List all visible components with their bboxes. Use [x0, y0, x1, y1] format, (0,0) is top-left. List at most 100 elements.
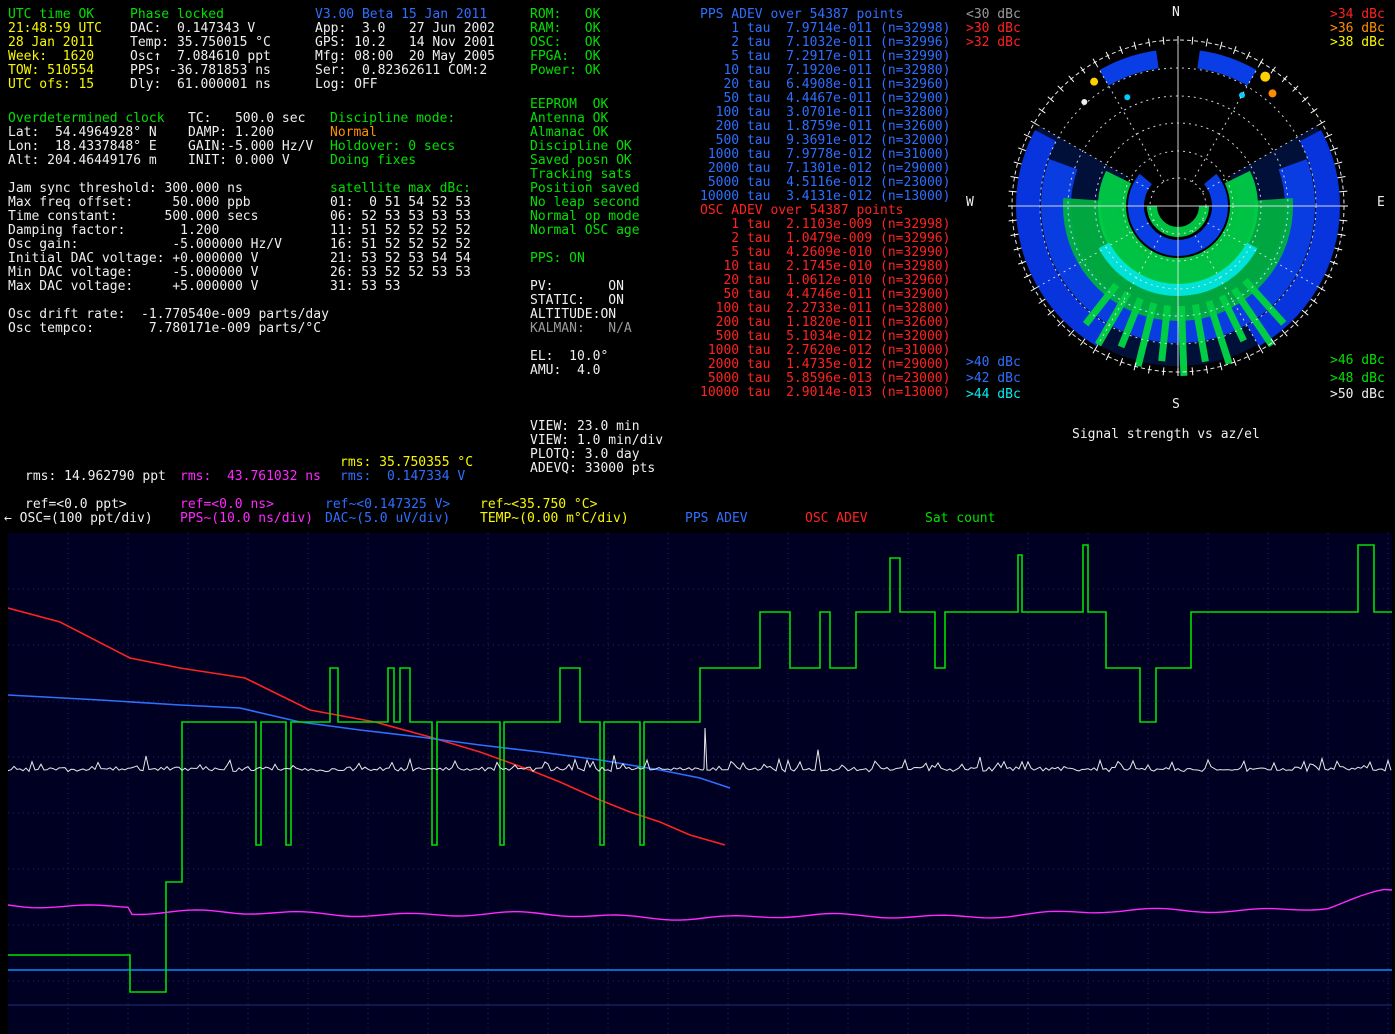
sat-dbc-table: 01: 0 51 54 52 5306: 52 53 53 53 5311: 5…	[330, 196, 471, 294]
line: FPGA: OK	[530, 50, 600, 64]
adev-row: 1000 tau 7.9778e-012 (n=31000)	[700, 148, 950, 162]
dbc-gt34: >34 dBc	[1330, 8, 1385, 22]
adev-row: 5 tau 4.2609e-010 (n=32990)	[700, 246, 950, 260]
line: Mfg: 08:00 20 May 2005	[315, 50, 495, 64]
flag-line: ALTITUDE:ON	[530, 308, 624, 322]
discipline-mode: Normal	[330, 126, 377, 140]
status-line: Position saved	[530, 182, 640, 196]
sat-row: 26: 53 52 52 53 53	[330, 266, 471, 280]
holdover-status: Holdover: 0 secs	[330, 140, 455, 154]
scale-temp: TEMP~(0.00 m°C/div)	[480, 512, 629, 526]
line: Min DAC voltage: -5.000000 V	[8, 266, 282, 280]
status-line: Tracking sats	[530, 168, 640, 182]
line: ADEVQ: 33000 pts	[530, 462, 663, 476]
status-line: Normal OSC age	[530, 224, 640, 238]
line: Jam sync threshold: 300.000 ns	[8, 182, 282, 196]
ref-osc: ref=<0.0 ppt>	[25, 498, 127, 512]
line: Week: 1620	[8, 50, 102, 64]
adev-row: 10000 tau 2.9014e-013 (n=13000)	[700, 386, 950, 400]
flag-line: STATIC: ON	[530, 294, 624, 308]
line: Max freq offset: 50.000 ppb	[8, 196, 282, 210]
adev-row: 10 tau 7.1920e-011 (n=32980)	[700, 64, 950, 78]
status-line: Normal op mode	[530, 210, 640, 224]
line: Max DAC voltage: +5.000000 V	[8, 280, 282, 294]
adev-row: 500 tau 5.1034e-012 (n=32000)	[700, 330, 950, 344]
pps-status: PPS: ON	[530, 252, 585, 266]
rms-pps: rms: 43.761032 ns	[180, 470, 321, 484]
flag-line: PV: ON	[530, 280, 624, 294]
line: Lat: 54.4964928° N	[8, 126, 157, 140]
legend-osc-adev: OSC ADEV	[805, 512, 868, 526]
dbc-gt38: >38 dBc	[1330, 36, 1385, 50]
line: Alt: 204.46449176 m	[8, 154, 157, 168]
status-line: Saved posn OK	[530, 154, 640, 168]
sat-row: 06: 52 53 53 53 53	[330, 210, 471, 224]
adev-row: 100 tau 2.2733e-011 (n=32800)	[700, 302, 950, 316]
adev-row: 10 tau 2.1745e-010 (n=32980)	[700, 260, 950, 274]
adev-row: 2 tau 7.1032e-011 (n=32996)	[700, 36, 950, 50]
line: 28 Jan 2011	[8, 36, 102, 50]
adev-row: 1 tau 7.9714e-011 (n=32998)	[700, 22, 950, 36]
dbc-gt46: >46 dBc	[1330, 354, 1385, 368]
legend-sat-count: Sat count	[925, 512, 995, 526]
clock-header: Overdetermined clock	[8, 112, 165, 126]
line: VIEW: 23.0 min	[530, 420, 663, 434]
compass-s: S	[1172, 398, 1180, 412]
adev-row: 100 tau 3.0701e-011 (n=32800)	[700, 106, 950, 120]
adev-row: 200 tau 1.1820e-011 (n=32600)	[700, 316, 950, 330]
line: Initial DAC voltage: +0.000000 V	[8, 252, 282, 266]
pps-adev-table: 1 tau 7.9714e-011 (n=32998) 2 tau 7.1032…	[700, 22, 950, 204]
adev-row: 2 tau 1.0479e-009 (n=32996)	[700, 232, 950, 246]
osc-adev-table: 1 tau 2.1103e-009 (n=32998) 2 tau 1.0479…	[700, 218, 950, 400]
scale-pps: PPS~(10.0 ns/div)	[180, 512, 313, 526]
version-header: V3.00 Beta 15 Jan 2011	[315, 8, 487, 22]
adev-row: 1 tau 2.1103e-009 (n=32998)	[700, 218, 950, 232]
ref-pps: ref=<0.0 ns>	[180, 498, 274, 512]
line: GPS: 10.2 14 Nov 2001	[315, 36, 495, 50]
sat-row: 11: 51 52 52 52 52	[330, 224, 471, 238]
line: Osc↑ 7.084610 ppt	[130, 50, 271, 64]
dbc-gt42: >42 dBc	[966, 372, 1021, 386]
dbc-gt48: >48 dBc	[1330, 372, 1385, 386]
line: Time constant: 500.000 secs	[8, 210, 282, 224]
pps-adev-header: PPS ADEV over 54387 points	[700, 8, 904, 22]
line: RAM: OK	[530, 22, 600, 36]
line: App: 3.0 27 Jun 2002	[315, 22, 495, 36]
adev-row: 5000 tau 5.8596e-013 (n=23000)	[700, 372, 950, 386]
line: PPS↑ -36.781853 ns	[130, 64, 271, 78]
status-line: Antenna OK	[530, 112, 640, 126]
compass-e: E	[1377, 196, 1385, 210]
strip-chart[interactable]	[8, 533, 1392, 1034]
adev-row: 10000 tau 3.4131e-012 (n=13000)	[700, 190, 950, 204]
compass-n: N	[1172, 6, 1180, 20]
phase-locked-header: Phase locked	[130, 8, 224, 22]
loop-values: TC: 500.0 secDAMP: 1.200GAIN:-5.000 Hz/V…	[188, 112, 313, 168]
utc-time-status: UTC time OK	[8, 8, 94, 22]
position-values: Lat: 54.4964928° NLon: 18.4337848° EAlt:…	[8, 126, 157, 168]
polar-plot-title: Signal strength vs az/el	[1072, 428, 1260, 442]
line: GAIN:-5.000 Hz/V	[188, 140, 313, 154]
adev-row: 50 tau 4.4467e-011 (n=32900)	[700, 92, 950, 106]
line: TOW: 510554	[8, 64, 102, 78]
osc-drift: Osc drift rate: -1.770540e-009 parts/day…	[8, 308, 329, 336]
sat-row: 01: 0 51 54 52 53	[330, 196, 471, 210]
adev-row: 20 tau 1.0612e-010 (n=32960)	[700, 274, 950, 288]
kalman-flag: KALMAN: N/A	[530, 322, 632, 336]
view-settings: VIEW: 23.0 minVIEW: 1.0 min/divPLOTQ: 3.…	[530, 420, 663, 476]
line: AMU: 4.0	[530, 364, 608, 378]
scale-osc: ← OSC=(100 ppt/div)	[4, 512, 153, 526]
rms-dac: rms: 0.147334 V	[340, 470, 465, 484]
sat-row: 31: 53 53	[330, 280, 471, 294]
rms-osc: rms: 14.962790 ppt	[25, 470, 166, 484]
line: DAMP: 1.200	[188, 126, 313, 140]
osc-adev-header: OSC ADEV over 54387 points	[700, 204, 904, 218]
phase-values: DAC: 0.147343 VTemp: 35.750015 °COsc↑ 7.…	[130, 22, 271, 92]
adev-row: 50 tau 4.4746e-011 (n=32900)	[700, 288, 950, 302]
version-values: App: 3.0 27 Jun 2002GPS: 10.2 14 Nov 200…	[315, 22, 495, 92]
line: DAC: 0.147343 V	[130, 22, 271, 36]
el-amu-settings: EL: 10.0°AMU: 4.0	[530, 350, 608, 378]
ref-temp: ref~<35.750 °C>	[480, 498, 597, 512]
status-line: Almanac OK	[530, 126, 640, 140]
line: Damping factor: 1.200	[8, 224, 282, 238]
adev-row: 5 tau 7.2917e-011 (n=32990)	[700, 50, 950, 64]
